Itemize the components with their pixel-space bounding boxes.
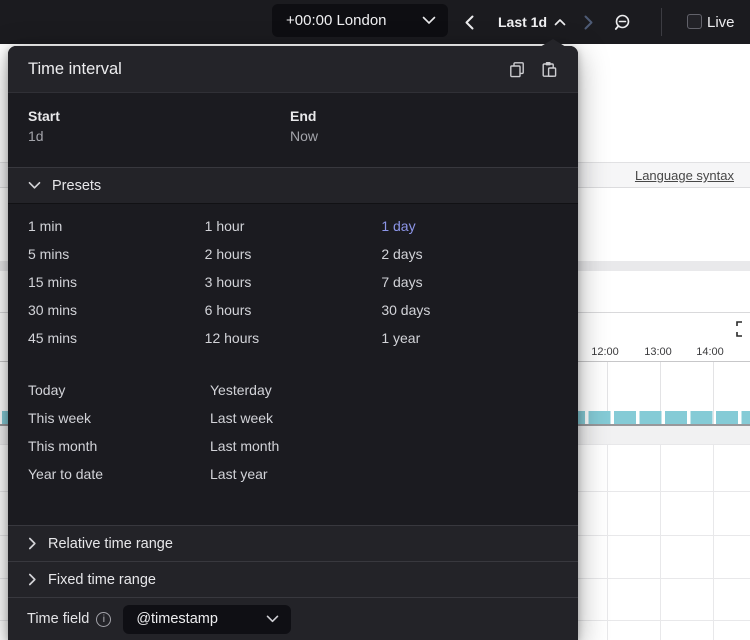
next-range-button[interactable]	[580, 0, 596, 44]
chevron-down-icon	[422, 16, 436, 25]
preset-item[interactable]: Last month	[210, 438, 392, 454]
fixed-time-range-label: Fixed time range	[48, 571, 156, 588]
preset-item[interactable]: Last year	[210, 466, 392, 482]
chevron-down-icon	[267, 615, 279, 623]
chevron-down-icon	[28, 181, 41, 189]
fixed-time-range-header[interactable]: Fixed time range	[8, 561, 578, 597]
preset-item-selected[interactable]: 1 day	[381, 218, 558, 234]
preset-item[interactable]: 1 min	[28, 218, 205, 234]
info-icon[interactable]: i	[96, 611, 112, 627]
prev-range-button[interactable]	[460, 0, 478, 44]
preset-item[interactable]: This week	[28, 410, 210, 426]
preset-item[interactable]: Today	[28, 382, 210, 398]
preset-item[interactable]: 5 mins	[28, 246, 205, 262]
zoom-out-button[interactable]	[611, 0, 633, 44]
preset-item[interactable]: 12 hours	[205, 330, 382, 346]
gridline	[713, 444, 714, 640]
time-field-label: Time field	[27, 611, 90, 627]
preset-item[interactable]: Yesterday	[210, 382, 392, 398]
presets-section-header[interactable]: Presets	[8, 167, 578, 203]
copy-button[interactable]	[508, 60, 526, 78]
time-interval-popup: Time interval Start 1d End Now Presets 1…	[8, 39, 578, 640]
time-field-select[interactable]: @timestamp	[123, 604, 292, 634]
preset-item[interactable]: 15 mins	[28, 274, 205, 290]
chevron-right-icon	[28, 573, 36, 586]
popup-arrow	[540, 39, 566, 47]
popup-title: Time interval	[28, 59, 122, 78]
start-label: Start	[28, 108, 60, 124]
preset-item[interactable]: 6 hours	[205, 302, 382, 318]
live-checkbox[interactable]	[687, 14, 702, 29]
preset-item[interactable]: 45 mins	[28, 330, 205, 346]
chevron-up-icon	[554, 19, 566, 26]
toolbar-divider	[661, 8, 662, 36]
relative-time-range-label: Relative time range	[48, 535, 173, 552]
top-toolbar: +00:00 London Last 1d Live	[0, 0, 750, 44]
live-label: Live	[707, 13, 735, 31]
expand-icon[interactable]	[736, 321, 750, 337]
paste-icon	[542, 61, 557, 77]
time-tick: 14:00	[696, 346, 724, 358]
chevron-right-icon	[584, 15, 592, 29]
preset-item[interactable]: 1 hour	[205, 218, 382, 234]
start-end-section: Start 1d End Now	[8, 93, 578, 167]
preset-item[interactable]: 1 year	[381, 330, 558, 346]
end-value[interactable]: Now	[290, 126, 552, 147]
language-syntax-link[interactable]: Language syntax	[635, 168, 734, 183]
preset-item[interactable]: 2 hours	[205, 246, 382, 262]
timezone-select[interactable]: +00:00 London	[272, 4, 448, 37]
timezone-value: +00:00 London	[286, 12, 387, 29]
popup-header: Time interval	[8, 46, 578, 93]
zoom-out-icon	[614, 14, 629, 30]
time-range-label: Last 1d	[498, 14, 548, 30]
end-label: End	[290, 108, 317, 124]
gridline	[607, 444, 608, 640]
presets-label: Presets	[52, 177, 102, 194]
chevron-left-icon	[465, 15, 473, 29]
time-range-button[interactable]: Last 1d	[498, 0, 566, 44]
paste-button[interactable]	[540, 60, 558, 78]
preset-item[interactable]: 30 days	[381, 302, 558, 318]
time-tick: 13:00	[644, 346, 672, 358]
preset-item[interactable]: Last week	[210, 410, 392, 426]
time-field-row: Time field i @timestamp	[8, 597, 578, 640]
start-value[interactable]: 1d	[28, 126, 290, 147]
relative-time-range-header[interactable]: Relative time range	[8, 525, 578, 561]
gridline	[660, 444, 661, 640]
time-tick: 12:00	[591, 346, 619, 358]
presets-list: 1 min 1 hour 1 day 5 mins 2 hours 2 days 15 …	[8, 203, 578, 525]
preset-item[interactable]: 30 mins	[28, 302, 205, 318]
preset-item[interactable]: 3 hours	[205, 274, 382, 290]
chevron-right-icon	[28, 537, 36, 550]
copy-icon	[510, 61, 524, 77]
preset-item[interactable]: 2 days	[381, 246, 558, 262]
preset-item[interactable]: Year to date	[28, 466, 210, 482]
time-field-value: @timestamp	[136, 611, 218, 627]
preset-item[interactable]: 7 days	[381, 274, 558, 290]
preset-item[interactable]: This month	[28, 438, 210, 454]
